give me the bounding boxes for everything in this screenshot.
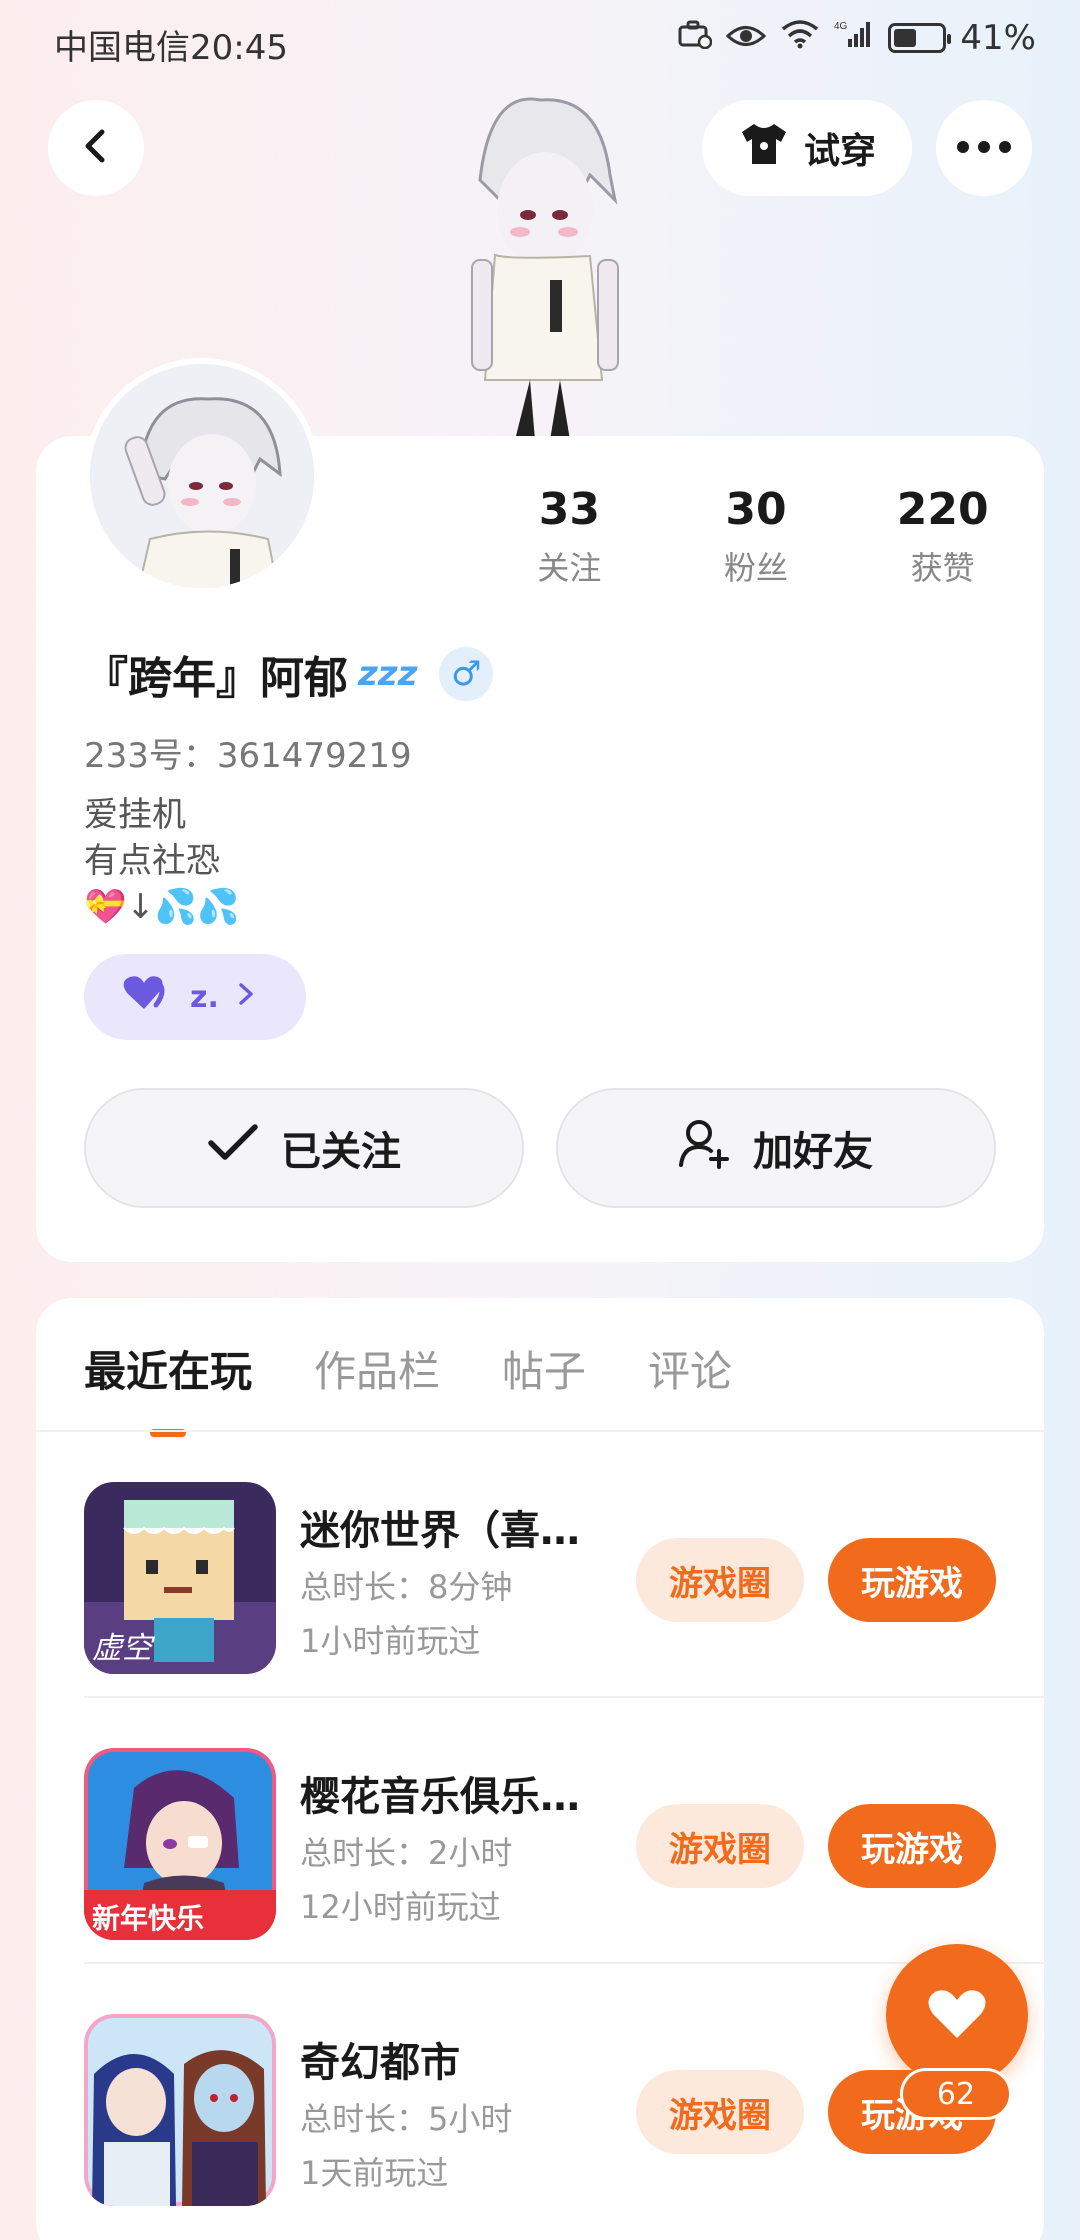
- briefcase-icon: [678, 18, 713, 58]
- svg-text:虚空: 虚空: [92, 1631, 156, 1666]
- like-button[interactable]: [886, 1944, 1028, 2086]
- stat-likes[interactable]: 220 获赞: [849, 484, 1036, 589]
- carrier-time: 中国电信20:45: [54, 28, 288, 68]
- user-id[interactable]: 233号：361479219: [84, 728, 412, 777]
- bio-emoji-line: 💝↓💦💦: [84, 887, 240, 927]
- following-button[interactable]: 已关注: [84, 1088, 524, 1208]
- chevron-left-icon: [76, 126, 116, 170]
- bio: 爱挂机 有点社恐 💝↓💦💦: [84, 792, 240, 930]
- game-icon-mini-world[interactable]: 虚空: [84, 1482, 276, 1674]
- stat-following[interactable]: 33 关注: [476, 484, 663, 589]
- profile-tabs: 最近在玩 作品栏 帖子 评论: [84, 1338, 732, 1423]
- play-game-button[interactable]: 玩游戏: [828, 1538, 996, 1622]
- friend-tag-pill[interactable]: z.: [84, 954, 306, 1040]
- try-on-label: 试穿: [803, 131, 876, 172]
- battery-level-fill: [894, 29, 916, 47]
- game-icon-sakura-music-club[interactable]: 新年快乐: [84, 1748, 276, 1940]
- game-circle-button[interactable]: 游戏圈: [636, 2070, 804, 2154]
- status-icons: 4G 41%: [678, 18, 1036, 58]
- stat-value: 30: [725, 484, 787, 535]
- like-count-badge: 62: [900, 2068, 1012, 2120]
- game-last-played: 1天前玩过: [300, 2154, 449, 2192]
- avatar[interactable]: [84, 358, 320, 594]
- add-user-icon: [679, 1117, 731, 1179]
- tab-recently-played[interactable]: 最近在玩: [84, 1338, 252, 1423]
- add-friend-button[interactable]: 加好友: [556, 1088, 996, 1208]
- stat-value: 33: [538, 484, 600, 535]
- wifi-icon: [780, 18, 820, 58]
- svg-text:新年快乐: 新年快乐: [92, 1902, 204, 1935]
- back-button[interactable]: [48, 100, 144, 196]
- game-duration: 总时长：8分钟: [300, 1568, 513, 1606]
- username: 『跨年』阿郁: [84, 653, 348, 704]
- bio-line: 有点社恐: [84, 841, 220, 881]
- stat-followers[interactable]: 30 粉丝: [663, 484, 850, 589]
- profile-stats: 33 关注 30 粉丝 220 获赞: [476, 484, 1036, 589]
- tab-works[interactable]: 作品栏: [314, 1338, 440, 1423]
- shirt-icon: [738, 120, 790, 177]
- game-title: 迷你世界（喜…: [300, 1508, 580, 1554]
- heart-icon: [122, 973, 172, 1021]
- game-row[interactable]: 虚空 迷你世界（喜… 总时长：8分钟 1小时前玩过 游戏圈 玩游戏: [84, 1432, 1044, 1698]
- game-circle-button[interactable]: 游戏圈: [636, 1538, 804, 1622]
- stat-label: 关注: [537, 549, 602, 587]
- svg-text:4G: 4G: [834, 21, 848, 32]
- chevron-right-icon: [237, 980, 255, 1015]
- games-card: 最近在玩 作品栏 帖子 评论 虚空 迷你世界（喜… 总时长：8分钟 1小时前玩过…: [36, 1298, 1044, 2240]
- more-options-button[interactable]: [936, 100, 1032, 196]
- game-title: 奇幻都市: [300, 2040, 460, 2086]
- game-last-played: 1小时前玩过: [300, 1622, 481, 1660]
- game-duration: 总时长：5小时: [300, 2100, 513, 2138]
- checkmark-icon: [207, 1123, 259, 1173]
- sleeping-status: zzz: [358, 654, 418, 694]
- game-circle-button[interactable]: 游戏圈: [636, 1804, 804, 1888]
- status-bar: 中国电信20:45 4G 41%: [0, 0, 1080, 80]
- tab-posts[interactable]: 帖子: [502, 1338, 586, 1423]
- more-dots-icon: [956, 139, 1012, 158]
- avatar-3d-figure: [440, 80, 640, 440]
- heart-icon: [927, 1986, 987, 2044]
- tab-comments[interactable]: 评论: [648, 1338, 732, 1423]
- try-on-button[interactable]: 试穿: [702, 100, 912, 196]
- game-title: 樱花音乐俱乐…: [300, 1774, 580, 1820]
- following-label: 已关注: [281, 1129, 401, 1175]
- game-icon-fantasy-city[interactable]: [84, 2014, 276, 2206]
- stat-value: 220: [896, 484, 989, 535]
- game-duration: 总时长：2小时: [300, 1834, 513, 1872]
- friend-tag-label: z.: [190, 979, 219, 1015]
- play-game-button[interactable]: 玩游戏: [828, 1804, 996, 1888]
- battery-percent: 41%: [960, 18, 1036, 58]
- stat-label: 粉丝: [724, 549, 789, 587]
- add-friend-label: 加好友: [753, 1129, 873, 1175]
- eye-icon: [726, 18, 767, 58]
- game-last-played: 12小时前玩过: [300, 1888, 501, 1926]
- signal-icon: 4G: [834, 18, 874, 58]
- battery-icon: [888, 23, 952, 53]
- gender-male-icon: ♂: [439, 647, 494, 701]
- game-row[interactable]: 新年快乐 樱花音乐俱乐… 总时长：2小时 12小时前玩过 游戏圈 玩游戏: [84, 1698, 1044, 1964]
- bio-line: 爱挂机: [84, 795, 186, 835]
- name-row: 『跨年』阿郁 zzz ♂: [84, 642, 494, 706]
- stat-label: 获赞: [910, 549, 975, 587]
